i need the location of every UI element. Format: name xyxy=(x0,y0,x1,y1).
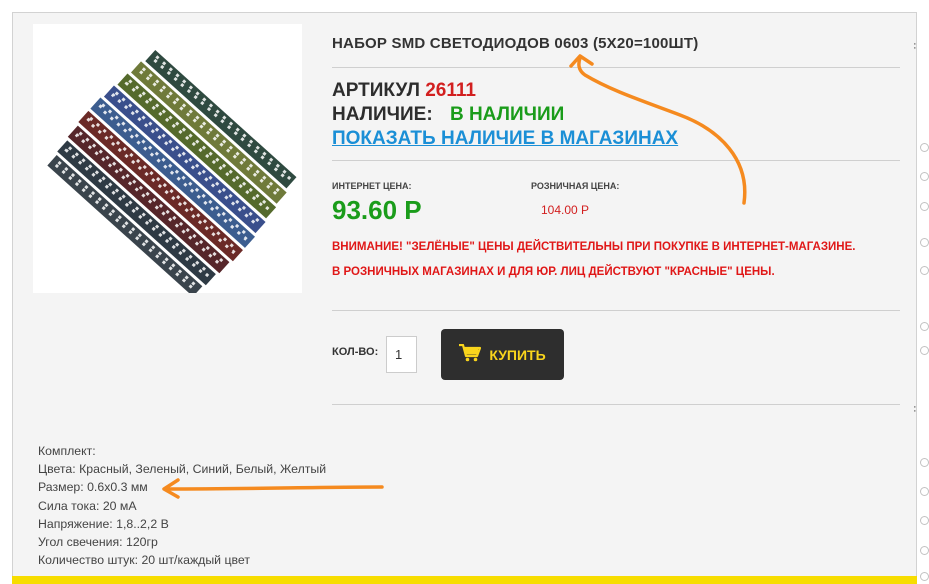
annotation-overlay xyxy=(162,54,747,499)
annotation-arrowhead xyxy=(569,54,594,68)
annotation-arrow xyxy=(164,485,384,491)
annotation-arrow xyxy=(577,56,747,205)
